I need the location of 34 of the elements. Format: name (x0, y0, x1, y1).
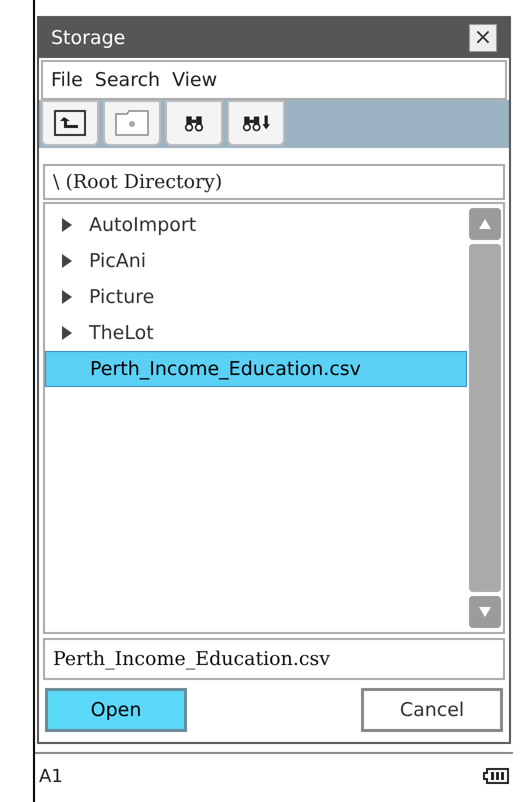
menu-item[interactable]: File (51, 66, 83, 94)
expand-arrow-icon[interactable] (62, 326, 72, 340)
list-item[interactable]: PicAni (45, 243, 467, 279)
scroll-up-icon[interactable] (469, 208, 501, 240)
expand-arrow-icon[interactable] (62, 218, 72, 232)
path-field[interactable]: \ (Root Directory) (43, 164, 505, 200)
item-name: Picture (89, 284, 154, 310)
scroll-down-icon[interactable] (469, 596, 501, 628)
item-name: AutoImport (89, 212, 196, 238)
list-item[interactable]: Picture (45, 279, 467, 315)
up-folder-button[interactable] (41, 100, 99, 146)
list-item[interactable]: Perth_Income_Education.csv (45, 351, 467, 387)
list-item[interactable]: TheLot (45, 315, 467, 351)
dialog-button[interactable]: Open (45, 688, 187, 732)
filename-field[interactable]: Perth_Income_Education.csv (43, 638, 505, 680)
cell-reference: A1 (39, 764, 63, 788)
close-button[interactable]: × (469, 24, 497, 52)
menu-item[interactable]: Search (94, 66, 160, 94)
search-next-button[interactable] (227, 100, 285, 146)
search-button[interactable] (165, 100, 223, 146)
folder-icon (115, 110, 149, 136)
dialog-button[interactable]: Cancel (361, 688, 503, 732)
item-name: PicAni (89, 248, 146, 274)
expand-arrow-icon[interactable] (62, 254, 72, 268)
battery-icon (483, 768, 509, 784)
binoculars-down-icon (241, 114, 271, 132)
item-name: Perth_Income_Education.csv (90, 356, 361, 382)
scroll-thumb[interactable] (469, 244, 501, 592)
item-name: TheLot (89, 320, 154, 346)
window-title: Storage (51, 26, 126, 51)
list-item[interactable]: AutoImport (45, 207, 467, 243)
expand-arrow-icon[interactable] (62, 290, 72, 304)
binoculars-icon (183, 114, 205, 132)
menu-item[interactable]: View (172, 66, 218, 94)
